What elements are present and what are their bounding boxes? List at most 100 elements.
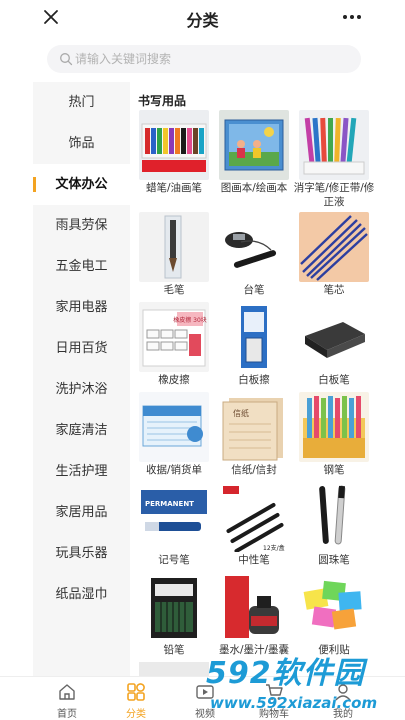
product-pencil[interactable]: 铅笔 <box>133 572 213 662</box>
eraser-image: 橡皮擦 30块 <box>139 302 209 372</box>
receipt-image <box>139 392 209 462</box>
sidebar-item-label: 饰品 <box>68 136 95 151</box>
product-name: 台笔 <box>243 284 265 296</box>
sidebar-item-cleaning[interactable]: 家庭清洁 <box>33 410 130 451</box>
product-brush[interactable]: 毛笔 <box>133 212 213 302</box>
product-name: 信纸/信封 <box>231 464 277 476</box>
product-correction[interactable]: 消字笔/修正带/修正液 <box>293 110 374 208</box>
search-box[interactable] <box>47 45 361 73</box>
sidebar-item-bath[interactable]: 洗护沐浴 <box>33 369 130 410</box>
active-indicator <box>33 177 36 192</box>
product-desk-pen[interactable]: 台笔 <box>213 212 293 302</box>
product-name: 毛笔 <box>163 284 185 296</box>
sidebar-item-accessories[interactable]: 饰品 <box>33 123 130 164</box>
search-input[interactable] <box>75 45 345 73</box>
product-name: 蜡笔/油画笔 <box>145 182 203 194</box>
sidebar-item-label: 生活护理 <box>55 464 108 479</box>
sidebar-item-hot[interactable]: 热门 <box>33 82 130 123</box>
marker-image: PERMANENT <box>139 482 209 552</box>
sidebar-item-label: 纸品湿巾 <box>55 587 108 602</box>
sidebar-item-stationery[interactable]: 文体办公 <box>33 164 130 205</box>
sidebar-item-appliances[interactable]: 家用电器 <box>33 287 130 328</box>
refill-image <box>299 212 369 282</box>
sidebar-item-label: 热门 <box>68 95 95 110</box>
section-title: 书写用品 <box>138 94 187 108</box>
product-letter-paper[interactable]: 信纸 信纸/信封 <box>213 392 293 482</box>
marker-label: PERMANENT <box>145 500 194 508</box>
eraser-box-label: 橡皮擦 30块 <box>173 316 207 324</box>
correction-image <box>299 110 369 180</box>
ballpoint-pen-image <box>299 482 369 552</box>
left-gutter <box>0 82 33 676</box>
product-name: 中性笔 <box>238 554 270 566</box>
sidebar-item-home[interactable]: 家居用品 <box>33 492 130 533</box>
search-icon <box>60 53 73 66</box>
sidebar-item-label: 玩具乐器 <box>55 546 108 561</box>
sidebar-item-label: 家居用品 <box>55 505 108 520</box>
ink-image <box>219 572 289 642</box>
site-watermark: 592软件园 www.592xiazai.com <box>206 648 405 720</box>
category-icon <box>127 683 145 701</box>
sidebar-item-rain-gear[interactable]: 雨具劳保 <box>33 205 130 246</box>
sidebar-item-label: 家用电器 <box>55 300 108 315</box>
drawing-book-image <box>219 110 289 180</box>
letter-paper-image: 信纸 <box>219 392 289 462</box>
sidebar-item-label: 五金电工 <box>55 259 108 274</box>
sidebar-item-paper[interactable]: 纸品湿巾 <box>33 574 130 615</box>
whiteboard-marker-image <box>299 302 369 372</box>
product-crayons[interactable]: 蜡笔/油画笔 <box>133 110 213 200</box>
desk-pen-image <box>219 212 289 282</box>
product-eraser[interactable]: 橡皮擦 30块 橡皮擦 <box>133 302 213 392</box>
sidebar-item-hardware[interactable]: 五金电工 <box>33 246 130 287</box>
watermark-url: www.592xiazai.com <box>210 694 378 712</box>
category-sidebar: 热门 饰品 文体办公 雨具劳保 五金电工 家用电器 日用百货 洗护沐浴 家庭清洁… <box>33 82 130 676</box>
sidebar-item-label: 日用百货 <box>55 341 108 356</box>
product-name: 记号笔 <box>158 554 190 566</box>
board-eraser-image <box>219 302 289 372</box>
product-receipt[interactable]: 收据/销货单 <box>133 392 213 482</box>
right-gutter <box>375 36 405 676</box>
product-name: 图画本/绘画本 <box>220 182 288 194</box>
sidebar-item-daily-goods[interactable]: 日用百货 <box>33 328 130 369</box>
crayons-image <box>139 110 209 180</box>
sidebar-item-label: 洗护沐浴 <box>55 382 108 397</box>
sidebar-item-label: 雨具劳保 <box>55 218 108 233</box>
notepad-label: 信纸 <box>233 408 249 418</box>
product-refill[interactable]: 笔芯 <box>293 212 373 302</box>
product-name: 笔芯 <box>323 284 345 296</box>
product-gel-pen[interactable]: 12支/盒 中性笔 <box>213 482 293 572</box>
product-marker[interactable]: PERMANENT 记号笔 <box>133 482 213 572</box>
product-name: 圆珠笔 <box>318 554 350 566</box>
product-ballpoint-pen[interactable]: 圆珠笔 <box>293 482 373 572</box>
product-grid: 书写用品 蜡笔/油画笔 图画本/绘画本 消字笔/修正带/修正液 毛笔 台笔 笔芯… <box>130 82 375 676</box>
product-name: 白板擦 <box>238 374 270 386</box>
header: 分类 <box>0 0 405 36</box>
next-product-image-partial <box>139 662 209 676</box>
fountain-pen-image <box>299 392 369 462</box>
tab-label: 分类 <box>126 709 146 720</box>
tab-category[interactable]: 分类 <box>106 677 166 720</box>
tab-label: 首页 <box>57 709 77 720</box>
product-name: 钢笔 <box>323 464 345 476</box>
sticky-notes-image <box>299 572 369 642</box>
product-name: 收据/销货单 <box>145 464 203 476</box>
product-fountain-pen[interactable]: 钢笔 <box>293 392 373 482</box>
product-whiteboard-marker[interactable]: 白板笔 <box>293 302 373 392</box>
sidebar-item-toys[interactable]: 玩具乐器 <box>33 533 130 574</box>
product-board-eraser[interactable]: 白板擦 <box>213 302 293 392</box>
sidebar-item-care[interactable]: 生活护理 <box>33 451 130 492</box>
search-bar <box>0 36 405 82</box>
sidebar-item-label: 家庭清洁 <box>55 423 108 438</box>
brush-image <box>139 212 209 282</box>
gel-pen-image: 12支/盒 <box>219 482 289 552</box>
product-drawing-book[interactable]: 图画本/绘画本 <box>213 110 293 200</box>
pen-pack-label: 12支/盒 <box>263 544 285 552</box>
more-icon[interactable] <box>340 7 364 27</box>
sidebar-item-label: 文体办公 <box>55 177 108 192</box>
product-name: 白板笔 <box>318 374 350 386</box>
watermark-title: 592软件园 <box>206 656 365 691</box>
product-name: 消字笔/修正带/修正液 <box>293 182 375 208</box>
pencil-image <box>139 572 209 642</box>
tab-home[interactable]: 首页 <box>37 677 97 720</box>
home-icon <box>59 684 75 700</box>
